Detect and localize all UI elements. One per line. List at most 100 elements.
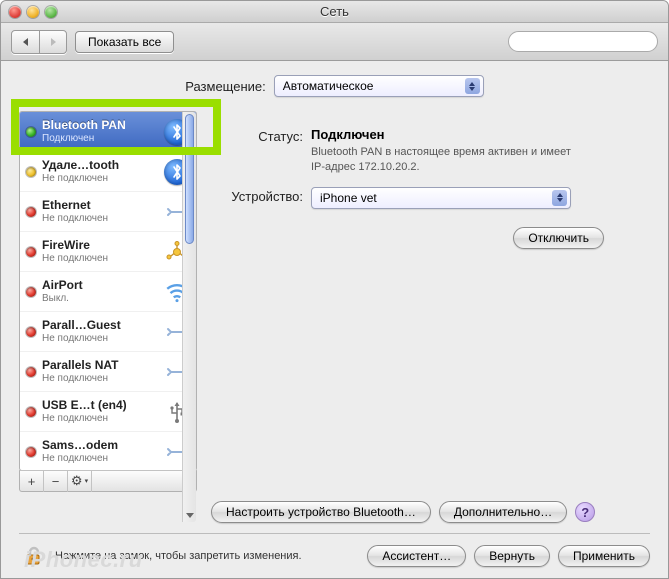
sidebar-item-text: Sams…odemНе подключен: [42, 439, 158, 463]
apply-button[interactable]: Применить: [558, 545, 650, 567]
sidebar-item-text: AirPortВыкл.: [42, 279, 158, 303]
search-input[interactable]: [519, 36, 661, 48]
window-title: Сеть: [1, 4, 668, 19]
zoom-window-button[interactable]: [45, 6, 57, 18]
footer-row: Нажмите на замок, чтобы запретить измене…: [19, 542, 650, 570]
sidebar-item-text: EthernetНе подключен: [42, 199, 158, 223]
help-button[interactable]: ?: [575, 502, 595, 522]
sidebar-item-text: FireWireНе подключен: [42, 239, 158, 263]
service-name: Sams…odem: [42, 439, 158, 452]
minimize-window-button[interactable]: [27, 6, 39, 18]
service-name: FireWire: [42, 239, 158, 252]
scrollbar-thumb[interactable]: [185, 114, 194, 244]
window: Сеть Показать все Размещение: Автоматиче…: [0, 0, 669, 579]
service-status: Подключен: [42, 133, 158, 144]
status-dot: [26, 327, 36, 337]
lock-text: Нажмите на замок, чтобы запретить измене…: [55, 550, 359, 562]
service-name: Parall…Guest: [42, 319, 158, 332]
separator: [19, 533, 650, 534]
chevron-updown-icon: [552, 190, 567, 206]
location-popup[interactable]: Автоматическое: [274, 75, 484, 97]
remove-service-button[interactable]: −: [44, 470, 68, 492]
status-dot: [26, 407, 36, 417]
detail-pane: Статус: Подключен Bluetooth PAN в настоя…: [211, 111, 650, 523]
titlebar: Сеть: [1, 1, 668, 23]
traffic-lights: [9, 6, 57, 18]
sidebar-item[interactable]: AirPortВыкл.: [20, 272, 196, 312]
service-status: Не подключен: [42, 253, 158, 264]
status-dot: [26, 207, 36, 217]
service-name: Ethernet: [42, 199, 158, 212]
sidebar-item-text: Parall…GuestНе подключен: [42, 319, 158, 343]
footer-buttons: Ассистент… Вернуть Применить: [367, 545, 650, 567]
device-label: Устройство:: [211, 187, 311, 209]
status-label: Статус:: [211, 127, 311, 175]
unlocked-padlock-icon: [21, 544, 45, 568]
configure-bluetooth-button[interactable]: Настроить устройство Bluetooth…: [211, 501, 431, 523]
add-service-button[interactable]: +: [20, 470, 44, 492]
chevron-updown-icon: [465, 78, 480, 94]
status-dot: [26, 447, 36, 457]
service-status: Не подключен: [42, 213, 158, 224]
sidebar-item[interactable]: Parallels NATНе подключен: [20, 352, 196, 392]
revert-button[interactable]: Вернуть: [474, 545, 550, 567]
device-value: iPhone vet: [320, 191, 377, 205]
service-name: Parallels NAT: [42, 359, 158, 372]
main-split: Bluetooth PANПодключенУдале…toothНе подк…: [19, 111, 650, 523]
sidebar: Bluetooth PANПодключенУдале…toothНе подк…: [19, 111, 197, 471]
status-description: Bluetooth PAN в настоящее время активен …: [311, 145, 571, 175]
status-dot: [26, 167, 36, 177]
device-field: Устройство: iPhone vet: [211, 187, 650, 209]
lock-button[interactable]: [19, 542, 47, 570]
service-name: USB E…t (en4): [42, 399, 158, 412]
sidebar-item[interactable]: Sams…odemНе подключен: [20, 432, 196, 470]
status-value: Подключен: [311, 127, 650, 142]
service-status: Выкл.: [42, 293, 158, 304]
service-status: Не подключен: [42, 373, 158, 384]
forward-button[interactable]: [39, 31, 66, 53]
sidebar-item-text: Bluetooth PANПодключен: [42, 119, 158, 143]
service-status: Не подключен: [42, 413, 158, 424]
sidebar-item[interactable]: FireWireНе подключен: [20, 232, 196, 272]
sidebar-wrap: Bluetooth PANПодключенУдале…toothНе подк…: [19, 111, 197, 523]
location-row: Размещение: Автоматическое: [19, 75, 650, 97]
close-window-button[interactable]: [9, 6, 21, 18]
services-list[interactable]: Bluetooth PANПодключенУдале…toothНе подк…: [20, 112, 196, 470]
sidebar-item[interactable]: EthernetНе подключен: [20, 192, 196, 232]
service-status: Не подключен: [42, 173, 158, 184]
sidebar-item[interactable]: Удале…toothНе подключен: [20, 152, 196, 192]
service-status: Не подключен: [42, 453, 158, 464]
show-all-button[interactable]: Показать все: [75, 31, 174, 53]
service-name: AirPort: [42, 279, 158, 292]
service-status: Не подключен: [42, 333, 158, 344]
sidebar-item-text: USB E…t (en4)Не подключен: [42, 399, 158, 423]
sidebar-item-text: Удале…toothНе подключен: [42, 159, 158, 183]
status-dot: [26, 287, 36, 297]
gear-icon: ⚙: [71, 473, 83, 489]
service-actions-button[interactable]: ⚙▾: [68, 470, 92, 492]
service-name: Bluetooth PAN: [42, 119, 158, 132]
sidebar-item-text: Parallels NATНе подключен: [42, 359, 158, 383]
location-value: Автоматическое: [283, 79, 374, 93]
sidebar-scrollbar[interactable]: [182, 112, 196, 471]
service-name: Удале…tooth: [42, 159, 158, 172]
status-dot: [26, 367, 36, 377]
advanced-button[interactable]: Дополнительно…: [439, 501, 567, 523]
sidebar-footer: + − ⚙▾: [19, 470, 197, 492]
sidebar-item[interactable]: USB E…t (en4)Не подключен: [20, 392, 196, 432]
assistant-button[interactable]: Ассистент…: [367, 545, 466, 567]
search-field[interactable]: [508, 31, 658, 52]
status-dot: [26, 247, 36, 257]
content: Размещение: Автоматическое Bluetooth PAN…: [1, 61, 668, 578]
nav-segment: [11, 30, 67, 54]
device-popup[interactable]: iPhone vet: [311, 187, 571, 209]
sidebar-item[interactable]: Parall…GuestНе подключен: [20, 312, 196, 352]
detail-bottom-buttons: Настроить устройство Bluetooth… Дополнит…: [211, 501, 650, 523]
location-label: Размещение:: [185, 79, 266, 94]
status-field: Статус: Подключен Bluetooth PAN в настоя…: [211, 127, 650, 175]
disconnect-button[interactable]: Отключить: [513, 227, 604, 249]
sidebar-item[interactable]: Bluetooth PANПодключен: [20, 112, 196, 152]
toolbar: Показать все: [1, 23, 668, 61]
status-dot: [26, 127, 36, 137]
back-button[interactable]: [12, 31, 39, 53]
